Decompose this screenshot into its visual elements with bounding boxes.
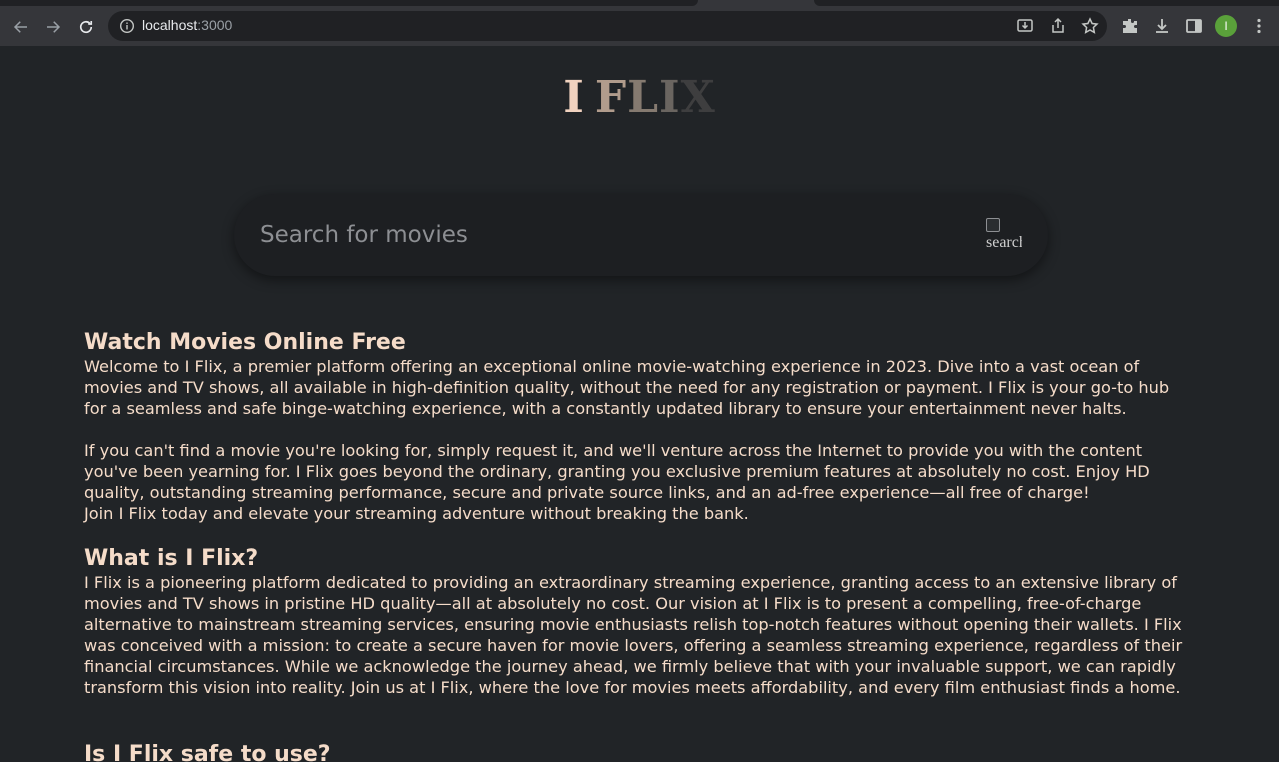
search-icon[interactable]: search bbox=[986, 218, 1022, 252]
section-heading: Is I Flix safe to use? bbox=[84, 742, 331, 762]
extensions-icon[interactable] bbox=[1121, 17, 1139, 35]
logo-letter: X bbox=[680, 72, 716, 123]
url-port: :3000 bbox=[197, 17, 233, 33]
info-icon[interactable] bbox=[119, 18, 135, 34]
logo-letter: F bbox=[594, 72, 628, 123]
section-heading: Watch Movies Online Free bbox=[84, 330, 406, 355]
profile-avatar[interactable]: I bbox=[1215, 15, 1237, 37]
section-paragraph: Welcome to I Flix, a premier platform of… bbox=[84, 357, 1170, 418]
share-icon[interactable] bbox=[1049, 17, 1067, 35]
page-content: I FLIX search Watch Movies Online Free W… bbox=[0, 46, 1279, 762]
bookmark-star-icon[interactable] bbox=[1081, 17, 1099, 35]
site-logo[interactable]: I FLIX bbox=[0, 72, 1279, 123]
url-text[interactable]: localhost:3000 bbox=[142, 17, 232, 33]
search-input[interactable] bbox=[260, 214, 960, 256]
search-icon-alt-text: search bbox=[986, 234, 1022, 251]
logo-letter: I bbox=[659, 72, 681, 123]
address-bar[interactable]: localhost:3000 bbox=[108, 11, 1107, 41]
downloads-icon[interactable] bbox=[1153, 17, 1171, 35]
forward-icon[interactable] bbox=[41, 15, 65, 39]
broken-image-icon bbox=[986, 218, 1000, 232]
section-what-is: What is I Flix? I Flix is a pioneering p… bbox=[84, 546, 1196, 698]
search-bar: search bbox=[234, 194, 1048, 276]
section-is-safe: Is I Flix safe to use? bbox=[84, 742, 1196, 762]
logo-letter bbox=[585, 72, 595, 123]
logo-letter: L bbox=[627, 72, 660, 123]
browser-toolbar: localhost:3000 I bbox=[0, 6, 1279, 46]
about-content: Watch Movies Online Free Welcome to I Fl… bbox=[84, 330, 1196, 762]
section-heading: What is I Flix? bbox=[84, 546, 259, 571]
section-watch-free: Watch Movies Online Free Welcome to I Fl… bbox=[84, 330, 1196, 524]
logo-letter: I bbox=[563, 72, 585, 123]
reload-icon[interactable] bbox=[74, 15, 98, 39]
install-app-icon[interactable] bbox=[1016, 17, 1034, 35]
section-paragraph: Join I Flix today and elevate your strea… bbox=[84, 504, 749, 523]
side-panel-icon[interactable] bbox=[1185, 17, 1203, 35]
menu-kebab-icon[interactable] bbox=[1250, 17, 1268, 35]
section-paragraph: If you can't find a movie you're looking… bbox=[84, 441, 1150, 502]
url-host: localhost bbox=[142, 17, 198, 33]
back-icon[interactable] bbox=[9, 15, 33, 39]
section-paragraph: I Flix is a pioneering platform dedicate… bbox=[84, 573, 1183, 697]
